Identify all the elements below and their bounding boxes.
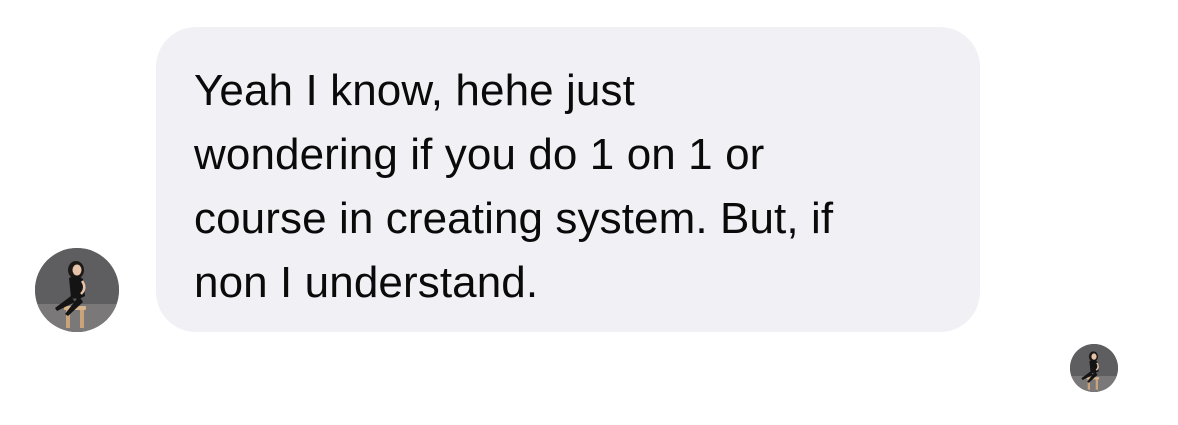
- profile-photo-icon: [35, 248, 119, 332]
- seen-receipt-avatar: [1070, 344, 1118, 392]
- sender-avatar[interactable]: [35, 248, 119, 332]
- message-thread: Yeah I know, hehe just wondering if you …: [0, 0, 1178, 425]
- message-bubble[interactable]: Yeah I know, hehe just wondering if you …: [156, 27, 980, 332]
- profile-photo-icon: [1070, 344, 1118, 392]
- message-text: Yeah I know, hehe just wondering if you …: [194, 66, 834, 307]
